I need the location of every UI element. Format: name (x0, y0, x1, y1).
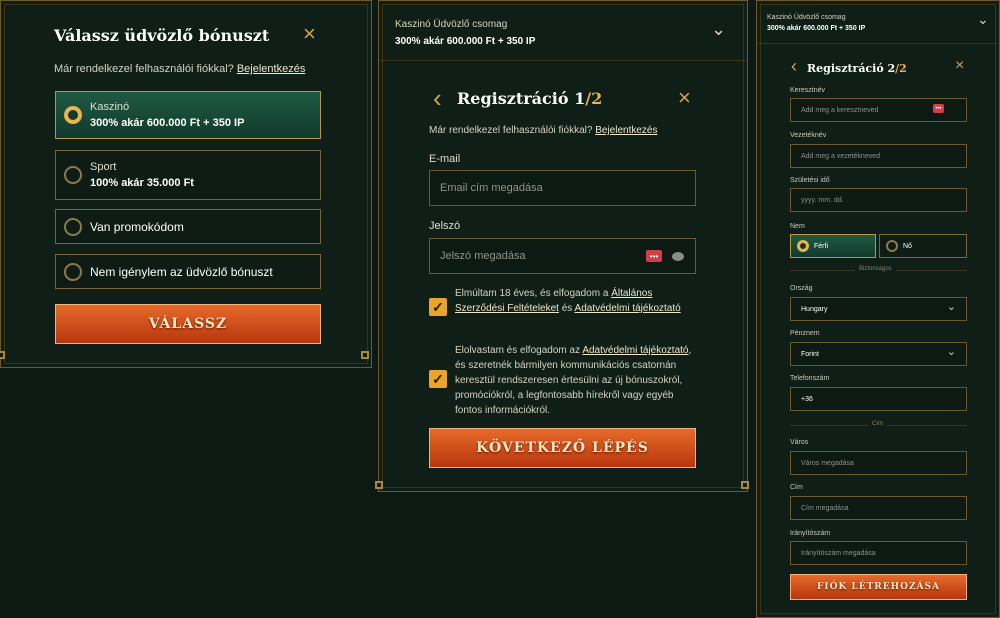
option-casino-title: Kaszinó (90, 101, 130, 113)
last-name-field[interactable]: Add meg a vezetékneved (790, 144, 967, 168)
gender-male-label: Férfi (814, 242, 828, 250)
terms-text: Elmúltam 18 éves, és elfogadom a Általán… (455, 286, 695, 316)
country-label: Ország (790, 285, 813, 292)
create-account-button[interactable]: FIÓK LÉTREHOZÁSA (790, 574, 967, 600)
phone-field[interactable]: +36 (790, 387, 967, 411)
radio-icon (64, 262, 82, 281)
page-title: Regisztráció 2/2 (807, 62, 907, 75)
address-divider-label: Cím (868, 421, 887, 427)
first-name-label: Keresztnév (790, 87, 826, 94)
bonus-header-title: Kaszinó Üdvözlő csomag (395, 19, 508, 30)
street-field[interactable]: Cím megadása (790, 496, 967, 520)
terms-checkbox[interactable]: ✓ (429, 298, 447, 316)
city-field[interactable]: Város megadása (790, 451, 967, 475)
option-no-bonus[interactable]: Nem igénylem az üdvözlő bónuszt (55, 254, 321, 289)
login-prompt-text: Már rendelkezel felhasználói fiókkal? (54, 63, 234, 75)
bonus-header-subtitle: 300% akár 600.000 Ft + 350 IP (767, 25, 866, 32)
option-promo-code[interactable]: Van promokódom (55, 209, 321, 244)
corner-ornament (375, 481, 383, 489)
street-label: Cím (790, 484, 803, 491)
title-text: Regisztráció 1 (457, 89, 586, 108)
title-step: /2 (895, 62, 907, 75)
choose-button[interactable]: VÁLASSZ (55, 304, 321, 344)
bonus-header-title: Kaszinó Üdvözlő csomag (767, 14, 846, 21)
radio-selected-icon (64, 106, 82, 124)
gender-label: Nem (790, 223, 805, 230)
corner-ornament (741, 481, 749, 489)
registration-step2-panel: Kaszinó Üdvözlő csomag 300% akár 600.000… (756, 0, 1000, 618)
privacy-text: Elolvastam és elfogadom az Adatvédelmi t… (455, 343, 697, 418)
privacy-text-1: Elolvastam és elfogadom az (455, 345, 581, 356)
title-text: Regisztráció 2 (807, 62, 896, 75)
radio-selected-icon (797, 240, 809, 252)
bonus-header-subtitle: 300% akár 600.000 Ft + 350 IP (395, 36, 536, 47)
email-label: E-mail (429, 153, 461, 165)
radio-icon (886, 240, 898, 252)
security-divider-label: Biztonságos (855, 266, 896, 272)
corner-ornament (361, 351, 369, 359)
chevron-down-icon[interactable]: ⌄ (711, 19, 726, 40)
zip-label: Irányítószám (790, 530, 831, 537)
bonus-header[interactable]: Kaszinó Üdvözlő csomag 300% akár 600.000… (757, 1, 999, 44)
next-step-button[interactable]: KÖVETKEZŐ LÉPÉS (429, 428, 696, 468)
radio-icon (64, 217, 82, 236)
option-sport-subtitle: 100% akár 35.000 Ft (90, 177, 194, 189)
login-link[interactable]: Bejelentkezés (595, 125, 657, 136)
privacy-link[interactable]: Adatvédelmi tájékoztató (575, 303, 681, 314)
login-prompt-text: Már rendelkezel felhasználói fiókkal? (429, 125, 593, 136)
currency-select[interactable]: Forint ⌄ (790, 342, 967, 366)
phone-label: Telefonszám (790, 375, 830, 382)
dob-field[interactable]: yyyy. mm. dd. (790, 188, 967, 212)
page-title: Válassz üdvözlő bónuszt (54, 26, 270, 45)
gender-male-option[interactable]: Férfi (790, 234, 876, 258)
option-sport-title: Sport (90, 161, 117, 173)
option-sport[interactable]: Sport 100% akár 35.000 Ft (55, 150, 321, 200)
login-prompt: Már rendelkezel felhasználói fiókkal? Be… (54, 63, 305, 75)
last-name-label: Vezetéknév (790, 132, 827, 139)
gender-female-option[interactable]: Nő (879, 234, 967, 258)
back-icon[interactable]: ‹ (791, 57, 797, 75)
terms-text-1: Elmúltam 18 éves, és elfogadom a (455, 288, 609, 299)
login-prompt: Már rendelkezel felhasználói fiókkal? Be… (429, 125, 657, 136)
chevron-down-icon: ⌄ (946, 346, 956, 358)
back-icon[interactable]: ‹ (433, 85, 442, 111)
country-select[interactable]: Hungary ⌄ (790, 297, 967, 321)
bonus-header[interactable]: Kaszinó Üdvözlő csomag 300% akár 600.000… (379, 1, 747, 61)
zip-field[interactable]: Irányítószám megadása (790, 541, 967, 565)
password-label: Jelszó (429, 220, 461, 232)
currency-value: Forint (801, 350, 819, 358)
email-field[interactable]: Email cím megadása (429, 170, 696, 206)
city-label: Város (790, 439, 809, 446)
privacy-checkbox[interactable]: ✓ (429, 370, 447, 388)
gender-female-label: Nő (903, 242, 912, 250)
option-casino-subtitle: 300% akár 600.000 Ft + 350 IP (90, 117, 245, 129)
dob-label: Születési idő (790, 177, 830, 184)
close-icon[interactable]: × (955, 58, 964, 74)
password-manager-icon[interactable]: ••• (646, 250, 662, 262)
close-icon[interactable]: × (678, 87, 691, 109)
terms-and: és (561, 303, 573, 314)
corner-ornament (0, 351, 5, 359)
title-step: /2 (585, 89, 603, 108)
page-title: Regisztráció 1/2 (457, 89, 602, 108)
privacy-link[interactable]: Adatvédelmi tájékoztató (582, 345, 688, 356)
chevron-down-icon[interactable]: ⌄ (977, 11, 989, 28)
close-icon[interactable]: × (303, 23, 316, 45)
option-promo-label: Van promokódom (90, 219, 184, 234)
chevron-down-icon: ⌄ (946, 301, 956, 313)
country-value: Hungary (801, 305, 828, 313)
eye-icon[interactable] (672, 252, 684, 261)
option-casino[interactable]: Kaszinó 300% akár 600.000 Ft + 350 IP (55, 91, 321, 139)
login-link[interactable]: Bejelentkezés (237, 63, 306, 75)
registration-step1-panel: Kaszinó Üdvözlő csomag 300% akár 600.000… (375, 0, 749, 492)
currency-label: Pénznem (790, 330, 820, 337)
autofill-icon[interactable]: ••• (933, 104, 944, 113)
option-no-bonus-label: Nem igénylem az üdvözlő bónuszt (90, 264, 273, 279)
bonus-selection-panel: Válassz üdvözlő bónuszt × Már rendelkeze… (0, 0, 372, 368)
radio-icon (64, 166, 82, 184)
